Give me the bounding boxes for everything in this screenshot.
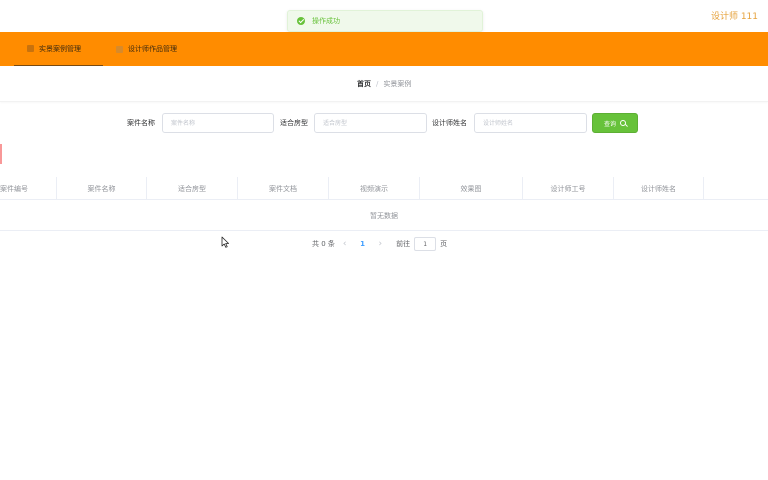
menu-square-icon <box>27 45 34 52</box>
designer-name-label: 设计师姓名 <box>432 119 467 127</box>
menu-square-icon <box>116 45 123 53</box>
check-circle-icon <box>297 17 305 25</box>
breadcrumb-current: 实景案例 <box>383 80 412 88</box>
search-button-label: 查询 <box>603 120 616 128</box>
chevron-right-icon[interactable]: › <box>379 239 383 249</box>
action-button-edge[interactable] <box>0 144 2 164</box>
column-header: 适合房型 <box>147 177 238 200</box>
case-name-label: 案件名称 <box>127 119 155 127</box>
user-name[interactable]: 设计师 111 <box>711 9 758 22</box>
column-header: 设计师姓名 <box>614 177 704 200</box>
toast-message: 操作成功 <box>312 17 340 25</box>
nav-item-label: 实景案例管理 <box>39 44 81 53</box>
chevron-left-icon[interactable]: ‹ <box>343 239 347 249</box>
column-header: 设计师工号 <box>523 177 614 200</box>
page-suffix: 页 <box>440 240 448 248</box>
page-number[interactable]: 1 <box>355 240 371 248</box>
column-header: 视频演示 <box>329 177 420 200</box>
nav-item-real-case[interactable]: 实景案例管理 <box>14 32 103 66</box>
table-header: 案件编号 案件名称 适合房型 案件文档 视频演示 效果图 设计师工号 设计师姓名 <box>0 177 768 200</box>
goto-page-input[interactable] <box>414 237 437 251</box>
column-header: 案件名称 <box>57 177 147 200</box>
empty-text: 暂无数据 <box>370 212 398 220</box>
breadcrumb-bar: 首页 / 实景案例 <box>0 66 768 102</box>
designer-name-input[interactable] <box>474 113 587 133</box>
nav-item-designer-works[interactable]: 设计师作品管理 <box>116 32 177 66</box>
case-table: 案件编号 案件名称 适合房型 案件文档 视频演示 效果图 设计师工号 设计师姓名… <box>0 177 768 231</box>
success-toast: 操作成功 <box>287 10 483 32</box>
table-empty-row: 暂无数据 <box>0 200 768 231</box>
column-header: 案件编号 <box>0 177 57 200</box>
breadcrumb-separator: / <box>376 80 379 88</box>
breadcrumb: 首页 / 实景案例 <box>357 79 411 89</box>
search-button[interactable]: 查询 <box>592 113 638 133</box>
main-nav: 实景案例管理 设计师作品管理 <box>0 32 768 66</box>
search-icon <box>620 120 626 126</box>
room-type-input[interactable] <box>314 113 427 133</box>
nav-item-label: 设计师作品管理 <box>128 45 177 53</box>
pagination-total: 共 0 条 <box>312 240 335 248</box>
mouse-cursor-icon <box>221 236 229 248</box>
breadcrumb-home[interactable]: 首页 <box>357 79 371 89</box>
case-name-input[interactable] <box>162 113 274 133</box>
column-header: 效果图 <box>420 177 523 200</box>
goto-label: 前往 <box>396 240 411 248</box>
column-header: 案件文档 <box>238 177 329 200</box>
room-type-label: 适合房型 <box>280 119 308 127</box>
search-form: 案件名称 适合房型 设计师姓名 查询 <box>0 113 768 133</box>
pagination: 共 0 条 ‹ 1 › 前往 页 <box>312 237 447 251</box>
